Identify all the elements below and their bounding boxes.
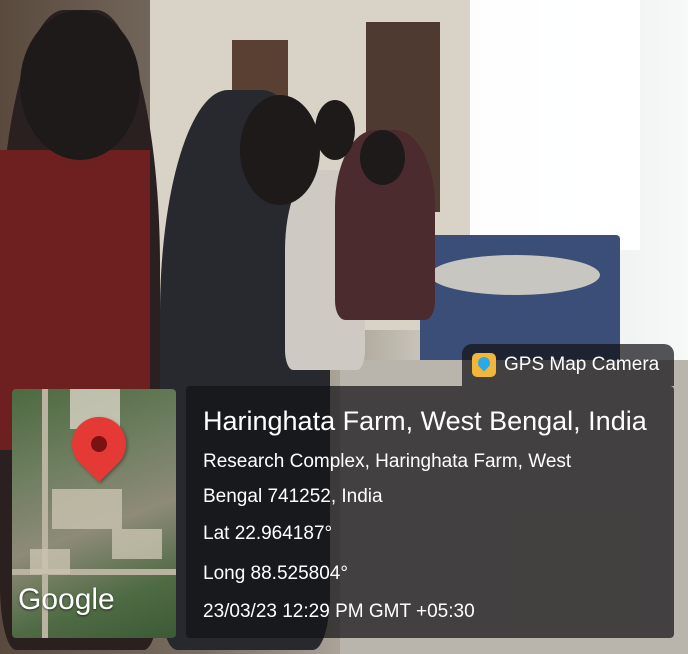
person-head [20,10,140,160]
app-tag: GPS Map Camera [462,344,674,386]
person-head [315,100,355,160]
app-name: GPS Map Camera [504,354,660,375]
map-thumbnail: Google [12,389,176,638]
gps-map-camera-app-icon [472,353,496,377]
location-title: Haringhata Farm, West Bengal, India [203,406,647,436]
window [470,0,640,250]
person-head [240,95,320,205]
address-line-2: Bengal 741252, India [203,486,383,507]
lab-machine-lid [430,255,600,295]
map-building [112,529,162,559]
google-logo: Google [18,583,115,616]
latitude: Lat 22.964187° [203,523,333,544]
person-head [360,130,405,185]
map-building [30,549,70,574]
longitude: Long 88.525804° [203,563,348,584]
address-line-1: Research Complex, Haringhata Farm, West [203,451,572,472]
timestamp: 23/03/23 12:29 PM GMT +05:30 [203,601,475,622]
map-building [52,489,122,529]
